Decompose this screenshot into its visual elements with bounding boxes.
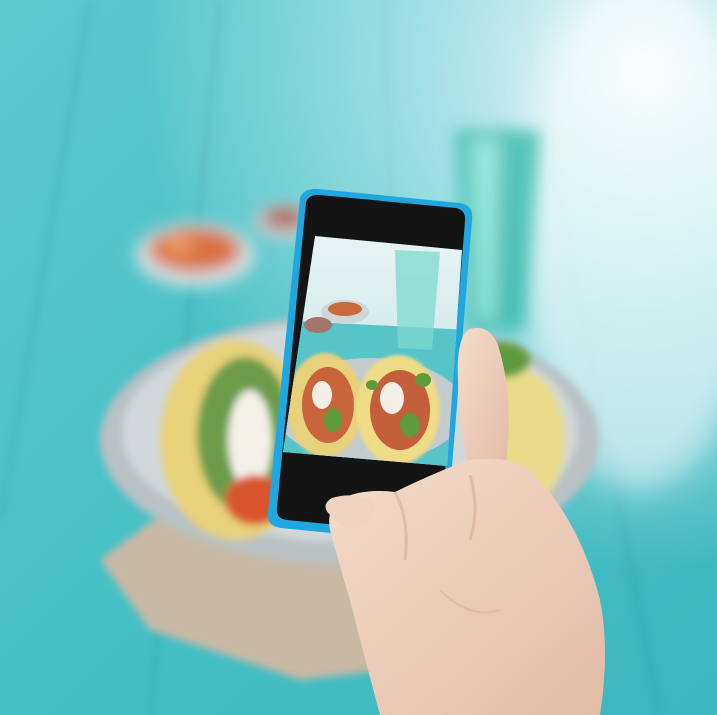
photo-frame [0, 0, 717, 715]
photo [0, 0, 717, 715]
salsa-bowl [135, 223, 255, 287]
